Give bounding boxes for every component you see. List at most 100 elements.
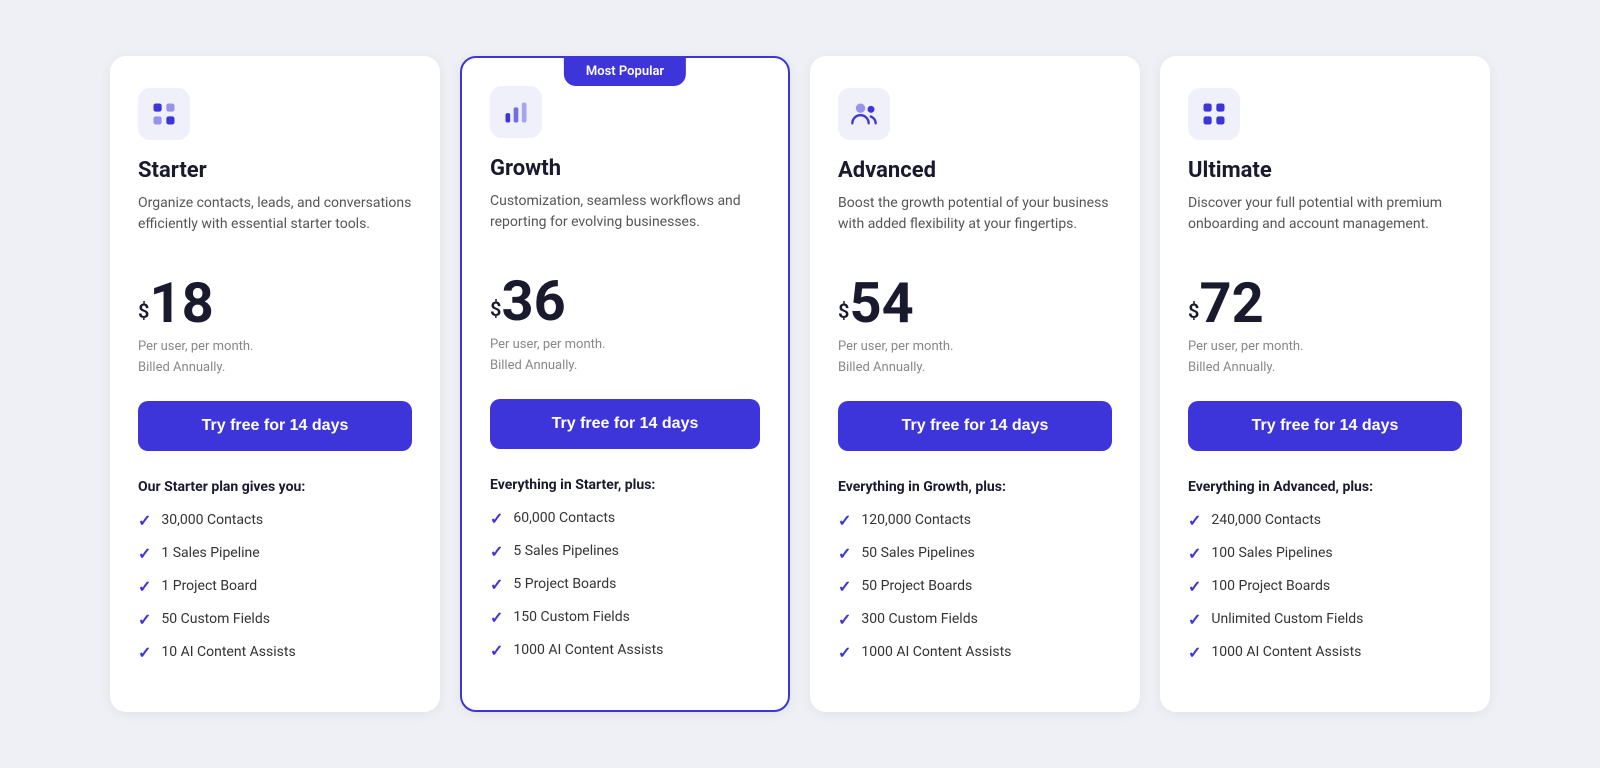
feature-item: ✓ 100 Project Boards	[1188, 577, 1462, 596]
feature-item: ✓ 5 Sales Pipelines	[490, 542, 760, 561]
plan-description: Customization, seamless workflows and re…	[490, 191, 760, 251]
features-heading: Everything in Growth, plus:	[838, 479, 1112, 495]
plan-price: $ 18	[138, 275, 412, 331]
plan-description: Organize contacts, leads, and conversati…	[138, 193, 412, 253]
check-icon: ✓	[490, 509, 503, 528]
feature-item: ✓ 240,000 Contacts	[1188, 511, 1462, 530]
price-meta: Per user, per month.Billed Annually.	[490, 335, 760, 377]
feature-text: 100 Project Boards	[1211, 578, 1330, 594]
most-popular-badge: Most Popular	[564, 57, 686, 86]
plan-price: $ 72	[1188, 275, 1462, 331]
check-icon: ✓	[490, 641, 503, 660]
feature-text: 150 Custom Fields	[513, 609, 629, 625]
feature-item: ✓ 300 Custom Fields	[838, 610, 1112, 629]
price-dollar-sign: $	[490, 297, 501, 321]
feature-text: 5 Sales Pipelines	[513, 543, 619, 559]
price-amount: 18	[149, 275, 213, 331]
price-meta: Per user, per month.Billed Annually.	[838, 337, 1112, 379]
feature-list: ✓ 120,000 Contacts ✓ 50 Sales Pipelines …	[838, 511, 1112, 662]
plan-card-ultimate: Ultimate Discover your full potential wi…	[1160, 56, 1490, 712]
check-icon: ✓	[138, 544, 151, 563]
check-icon: ✓	[138, 610, 151, 629]
feature-text: 60,000 Contacts	[513, 510, 615, 526]
check-icon: ✓	[1188, 544, 1201, 563]
plan-icon-growth	[490, 86, 542, 138]
plan-icon-starter	[138, 88, 190, 140]
plan-card-growth: Most Popular Growth Customization, seaml…	[460, 56, 790, 712]
cta-button-advanced[interactable]: Try free for 14 days	[838, 401, 1112, 451]
feature-item: ✓ 1 Sales Pipeline	[138, 544, 412, 563]
check-icon: ✓	[1188, 610, 1201, 629]
check-icon: ✓	[838, 511, 851, 530]
pricing-grid: Starter Organize contacts, leads, and co…	[100, 56, 1500, 712]
feature-text: 100 Sales Pipelines	[1211, 545, 1332, 561]
check-icon: ✓	[1188, 643, 1201, 662]
cta-button-ultimate[interactable]: Try free for 14 days	[1188, 401, 1462, 451]
plan-name: Advanced	[838, 158, 1112, 183]
check-icon: ✓	[490, 542, 503, 561]
feature-item: ✓ Unlimited Custom Fields	[1188, 610, 1462, 629]
price-dollar-sign: $	[838, 299, 849, 323]
feature-text: Unlimited Custom Fields	[1211, 611, 1363, 627]
check-icon: ✓	[838, 610, 851, 629]
check-icon: ✓	[490, 575, 503, 594]
check-icon: ✓	[490, 608, 503, 627]
feature-text: 10 AI Content Assists	[161, 644, 295, 660]
feature-item: ✓ 1 Project Board	[138, 577, 412, 596]
plan-icon-advanced	[838, 88, 890, 140]
cta-button-growth[interactable]: Try free for 14 days	[490, 399, 760, 449]
plan-description: Boost the growth potential of your busin…	[838, 193, 1112, 253]
feature-text: 50 Custom Fields	[161, 611, 270, 627]
feature-item: ✓ 150 Custom Fields	[490, 608, 760, 627]
feature-text: 50 Project Boards	[861, 578, 972, 594]
feature-item: ✓ 50 Project Boards	[838, 577, 1112, 596]
feature-item: ✓ 50 Custom Fields	[138, 610, 412, 629]
feature-text: 1 Sales Pipeline	[161, 545, 259, 561]
feature-item: ✓ 10 AI Content Assists	[138, 643, 412, 662]
feature-item: ✓ 120,000 Contacts	[838, 511, 1112, 530]
plan-name: Ultimate	[1188, 158, 1462, 183]
features-heading: Everything in Starter, plus:	[490, 477, 760, 493]
price-dollar-sign: $	[1188, 299, 1199, 323]
plan-name: Growth	[490, 156, 760, 181]
feature-text: 30,000 Contacts	[161, 512, 263, 528]
check-icon: ✓	[138, 577, 151, 596]
feature-text: 240,000 Contacts	[1211, 512, 1321, 528]
plan-price: $ 36	[490, 273, 760, 329]
check-icon: ✓	[838, 577, 851, 596]
plan-card-starter: Starter Organize contacts, leads, and co…	[110, 56, 440, 712]
feature-text: 1000 AI Content Assists	[1211, 644, 1361, 660]
feature-text: 1000 AI Content Assists	[513, 642, 663, 658]
plan-name: Starter	[138, 158, 412, 183]
feature-text: 300 Custom Fields	[861, 611, 977, 627]
feature-list: ✓ 240,000 Contacts ✓ 100 Sales Pipelines…	[1188, 511, 1462, 662]
plan-price: $ 54	[838, 275, 1112, 331]
features-heading: Everything in Advanced, plus:	[1188, 479, 1462, 495]
price-amount: 54	[849, 275, 913, 331]
feature-text: 1 Project Board	[161, 578, 257, 594]
feature-text: 50 Sales Pipelines	[861, 545, 974, 561]
price-amount: 72	[1199, 275, 1263, 331]
feature-list: ✓ 30,000 Contacts ✓ 1 Sales Pipeline ✓ 1…	[138, 511, 412, 662]
check-icon: ✓	[138, 643, 151, 662]
feature-item: ✓ 5 Project Boards	[490, 575, 760, 594]
feature-text: 120,000 Contacts	[861, 512, 971, 528]
feature-item: ✓ 100 Sales Pipelines	[1188, 544, 1462, 563]
check-icon: ✓	[838, 643, 851, 662]
check-icon: ✓	[1188, 577, 1201, 596]
feature-item: ✓ 50 Sales Pipelines	[838, 544, 1112, 563]
features-heading: Our Starter plan gives you:	[138, 479, 412, 495]
price-dollar-sign: $	[138, 299, 149, 323]
feature-list: ✓ 60,000 Contacts ✓ 5 Sales Pipelines ✓ …	[490, 509, 760, 660]
feature-item: ✓ 60,000 Contacts	[490, 509, 760, 528]
feature-item: ✓ 1000 AI Content Assists	[1188, 643, 1462, 662]
check-icon: ✓	[138, 511, 151, 530]
plan-description: Discover your full potential with premiu…	[1188, 193, 1462, 253]
check-icon: ✓	[838, 544, 851, 563]
price-meta: Per user, per month.Billed Annually.	[138, 337, 412, 379]
price-meta: Per user, per month.Billed Annually.	[1188, 337, 1462, 379]
check-icon: ✓	[1188, 511, 1201, 530]
feature-text: 5 Project Boards	[513, 576, 616, 592]
price-amount: 36	[501, 273, 565, 329]
cta-button-starter[interactable]: Try free for 14 days	[138, 401, 412, 451]
